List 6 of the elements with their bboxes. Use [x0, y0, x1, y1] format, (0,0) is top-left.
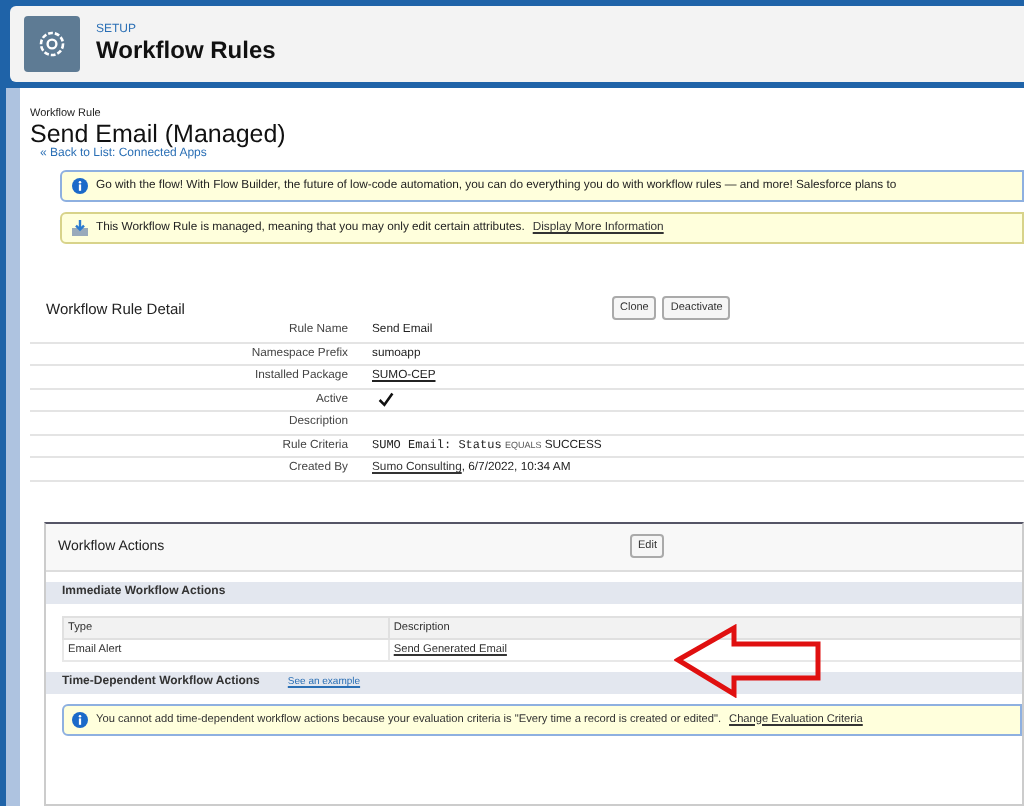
info-icon: [72, 178, 88, 194]
info-icon: [72, 711, 88, 727]
download-icon: [72, 220, 88, 236]
page-title: Workflow Rules: [96, 36, 276, 64]
record-title: Send Email (Managed): [30, 120, 288, 148]
settings-icon: [24, 16, 80, 72]
